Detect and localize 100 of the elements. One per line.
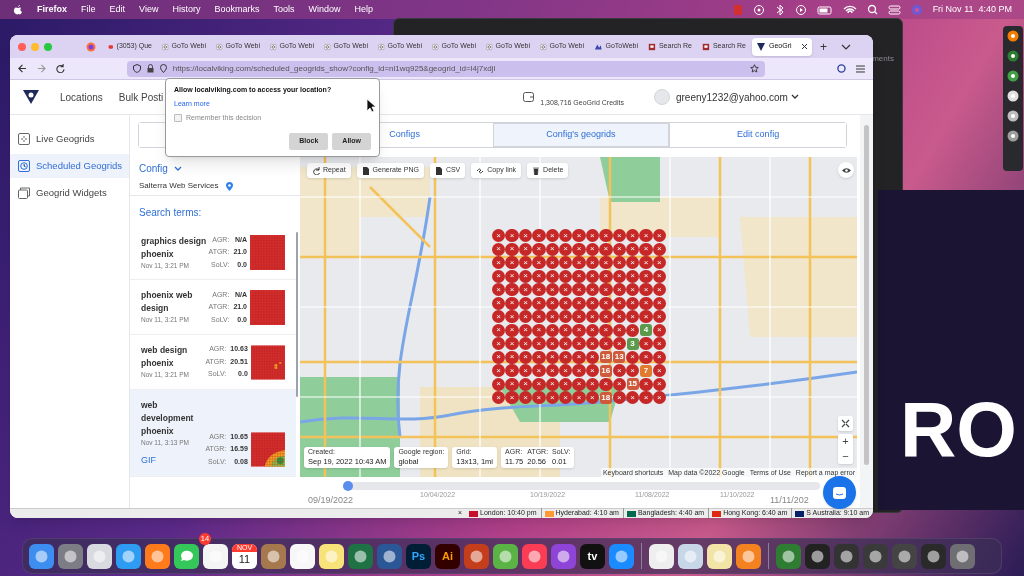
app-icon[interactable] (834, 543, 859, 569)
heatmap-thumbnail[interactable] (250, 432, 285, 467)
favicon (756, 41, 766, 52)
app-icon[interactable] (261, 543, 286, 569)
sidebar-item[interactable]: Live Geogrids (10, 127, 129, 151)
favicon (540, 41, 547, 52)
app-icon[interactable] (522, 543, 547, 569)
tab[interactable]: Edit config (669, 123, 846, 147)
chevron-icon[interactable] (841, 43, 851, 50)
search-icon[interactable] (866, 4, 878, 15)
app-menu[interactable]: Firefox (37, 2, 67, 17)
menu-item[interactable]: File (81, 2, 96, 17)
calendar-day: 11 (238, 551, 251, 567)
account-icon[interactable] (837, 64, 847, 73)
favicon (648, 41, 656, 52)
nav-link[interactable]: Bulk Posti (118, 89, 164, 105)
term-title: phoenix web design (141, 289, 194, 316)
config-dropdown[interactable]: Config (139, 161, 168, 176)
app-icon[interactable] (464, 543, 489, 569)
app-icon[interactable] (707, 543, 732, 569)
battery-icon[interactable] (816, 3, 833, 16)
heatmap-thumbnail[interactable] (250, 344, 285, 380)
app-icon[interactable] (377, 543, 402, 569)
app-icon[interactable] (319, 543, 344, 569)
app-icon[interactable] (736, 543, 761, 569)
app-icon[interactable] (116, 543, 141, 569)
control-center-icon[interactable] (887, 3, 901, 16)
app-icon[interactable] (678, 543, 703, 569)
timeline-date: 09/19/2022 (308, 494, 354, 507)
address-bar[interactable]: https://localviking.com/scheduled_geogrids_show?config_id=nl1wq925&geogrid_id=l4j7xdjl (126, 60, 766, 77)
menu-item[interactable]: History (172, 2, 201, 17)
nav-link[interactable]: Locations (60, 89, 103, 105)
app-icon[interactable]: tv (580, 543, 605, 569)
app-icon[interactable] (863, 543, 888, 569)
app-icon[interactable] (551, 543, 576, 569)
location-pin-icon (226, 181, 234, 191)
sidebar-item[interactable]: Scheduled Geogrids (10, 154, 129, 178)
app-icon[interactable]: Ps (406, 543, 431, 569)
toolbar-icon[interactable] (1007, 110, 1019, 122)
back-icon[interactable] (18, 64, 27, 73)
timeline-thumb[interactable] (343, 481, 353, 491)
clock-text[interactable]: Fri Nov 11 4:40 PM (932, 2, 1012, 17)
fullscreen-button[interactable] (838, 416, 853, 431)
app-icon[interactable] (921, 543, 946, 569)
app-icon[interactable] (649, 543, 674, 569)
menu-icon[interactable] (856, 64, 865, 73)
app-icon[interactable] (290, 543, 315, 569)
flag-icon (795, 510, 805, 517)
zoom-button[interactable]: − (838, 449, 853, 464)
favicon (216, 41, 223, 52)
toolbar-icon[interactable] (1007, 90, 1019, 102)
record-icon[interactable] (752, 3, 765, 16)
menu-item[interactable]: Tools (273, 2, 295, 17)
app-icon[interactable] (145, 543, 170, 569)
app-icon[interactable] (950, 543, 975, 569)
reload-icon[interactable] (55, 64, 65, 73)
menu-item[interactable]: Window (308, 2, 341, 17)
timeline-track[interactable] (343, 482, 820, 490)
toolbar-icon[interactable] (1007, 30, 1019, 42)
scrollbar[interactable] (296, 232, 298, 397)
toolbar-icon[interactable] (1007, 70, 1019, 82)
tab[interactable]: Config's geogrids (492, 123, 670, 147)
business-name: Salterra Web Services (139, 180, 219, 192)
app-icon[interactable] (805, 543, 830, 569)
menu-item[interactable]: Bookmarks (214, 2, 260, 17)
play-icon[interactable] (794, 3, 807, 16)
app-icon[interactable] (87, 543, 112, 569)
bluetooth-icon[interactable] (774, 3, 785, 16)
app-icon[interactable] (174, 543, 199, 569)
account-menu[interactable]: greeny1232@yahoo.com (675, 89, 788, 105)
scrollbar[interactable] (864, 125, 869, 465)
app-icon[interactable] (348, 543, 373, 569)
apple-logo-icon[interactable] (12, 4, 23, 15)
new-tab-button[interactable]: + (820, 37, 827, 56)
grid-icon (18, 133, 30, 145)
app-icon[interactable] (58, 543, 83, 569)
checkbox[interactable] (174, 114, 182, 123)
heatmap-thumbnail[interactable] (250, 235, 285, 271)
sidebar-item[interactable]: Geogrid Widgets (10, 181, 129, 205)
heatmap-thumbnail[interactable] (250, 290, 285, 325)
toolbar-icon[interactable] (1007, 50, 1019, 62)
gif-link[interactable]: GIF (141, 453, 206, 467)
app-icon[interactable] (203, 543, 228, 569)
star-icon[interactable] (750, 64, 760, 73)
app-icon[interactable] (892, 543, 917, 569)
app-icon[interactable] (609, 543, 634, 569)
menu-item[interactable]: View (139, 2, 159, 17)
chevron-icon[interactable] (790, 94, 799, 100)
app-icon[interactable] (29, 543, 54, 569)
rank-marker[interactable]: 13 (613, 351, 626, 364)
wifi-icon[interactable] (842, 4, 857, 15)
app-icon[interactable] (493, 543, 518, 569)
app-icon[interactable]: Ai (435, 543, 460, 569)
toolbar-icon[interactable] (1007, 130, 1019, 142)
eye-icon (841, 166, 851, 174)
menu-item[interactable]: Edit (109, 2, 126, 17)
zoom-button[interactable]: + (838, 434, 853, 449)
close-icon[interactable] (801, 43, 808, 50)
menu-item[interactable]: Help (354, 2, 373, 17)
app-icon[interactable] (776, 543, 801, 569)
